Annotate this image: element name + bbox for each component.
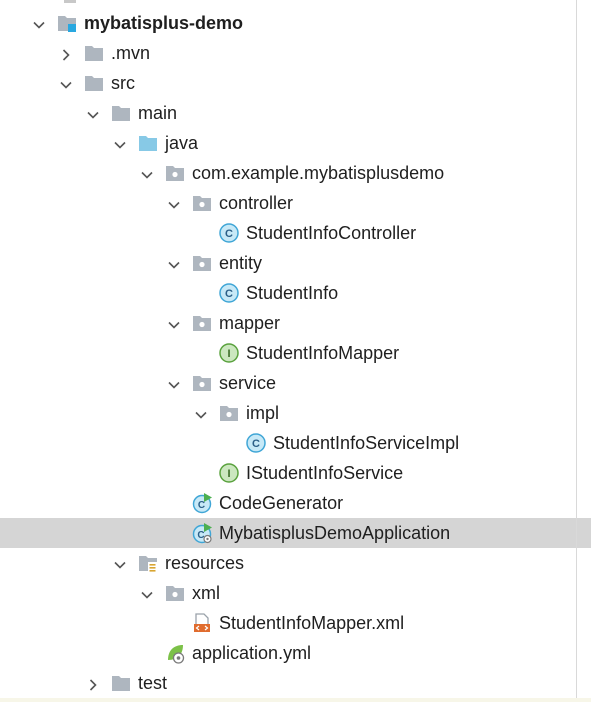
tree-item-label: StudentInfoController [246,223,417,243]
xml-file-icon [191,612,213,634]
tree-row[interactable]: application.yml [0,638,591,668]
chevron-down-icon[interactable] [32,16,46,30]
chevron-down-icon[interactable] [113,136,127,150]
chevron-down-icon[interactable] [140,166,154,180]
chevron-down-icon[interactable] [86,106,100,120]
tree-item-label: mybatisplus-demo [84,13,244,33]
yaml-config-icon [164,642,186,664]
project-tree: mybatisplus-demo .mvn src main java com.… [0,0,591,702]
tree-row[interactable]: resources [0,548,591,578]
tree-row[interactable]: src [0,68,591,98]
panel-divider [576,0,577,702]
tree-item-label: entity [219,253,263,273]
tree-row[interactable]: controller [0,188,591,218]
tree-row[interactable]: com.example.mybatisplusdemo [0,158,591,188]
tree-item-label: IStudentInfoService [246,463,404,483]
tree-item-label: MybatisplusDemoApplication [219,523,451,543]
tree-row[interactable]: .mvn [0,38,591,68]
tree-row[interactable]: C MybatisplusDemoApplication [0,518,591,548]
module-icon [56,12,78,34]
runnable-class-icon: C [191,492,213,514]
tree-row[interactable]: main [0,98,591,128]
tree-item-label: java [165,133,199,153]
package-icon [164,162,186,184]
tree-item-label: StudentInfoMapper.xml [219,613,405,633]
class-icon: C [218,282,240,304]
package-icon [191,372,213,394]
tree-row[interactable]: C StudentInfoController [0,218,591,248]
tree-item-label: StudentInfoServiceImpl [273,433,460,453]
folder-icon [110,102,132,124]
chevron-down-icon[interactable] [140,586,154,600]
interface-icon: I [218,462,240,484]
tree-item-label: .mvn [111,43,151,63]
chevron-right-icon[interactable] [86,676,100,691]
tree-row[interactable]: java [0,128,591,158]
tree-item-label: resources [165,553,245,573]
tree-item-label: mapper [219,313,281,333]
package-icon [191,312,213,334]
chevron-down-icon[interactable] [167,256,181,270]
svg-text:I: I [227,348,230,360]
tree-item-label: service [219,373,277,393]
tree-item-label: controller [219,193,294,213]
package-icon [218,402,240,424]
bottom-panel-edge [0,698,591,702]
tree-item-label: src [111,73,135,93]
tree-row[interactable]: C StudentInfo [0,278,591,308]
chevron-down-icon[interactable] [194,406,208,420]
tree-row[interactable]: impl [0,398,591,428]
svg-text:C: C [225,288,233,300]
svg-text:C: C [225,228,233,240]
source-folder-icon [137,132,159,154]
tree-item-label: com.example.mybatisplusdemo [192,163,445,183]
folder-icon [110,672,132,694]
tree-row[interactable]: I IStudentInfoService [0,458,591,488]
scroll-edge [64,0,76,3]
chevron-right-icon[interactable] [59,46,73,61]
tree-row[interactable]: I StudentInfoMapper [0,338,591,368]
tree-row[interactable]: StudentInfoMapper.xml [0,608,591,638]
tree-row[interactable]: C CodeGenerator [0,488,591,518]
tree-item-label: StudentInfo [246,283,339,303]
chevron-down-icon[interactable] [59,76,73,90]
tree-item-label: StudentInfoMapper [246,343,400,363]
tree-row[interactable]: test [0,668,591,698]
package-icon [191,252,213,274]
svg-text:I: I [227,468,230,480]
tree-item-label: impl [246,403,280,423]
folder-icon [83,42,105,64]
class-icon: C [245,432,267,454]
package-icon [164,582,186,604]
folder-icon [83,72,105,94]
tree-row[interactable]: service [0,368,591,398]
tree-item-label: test [138,673,168,693]
tree-row[interactable]: C StudentInfoServiceImpl [0,428,591,458]
tree-row[interactable]: xml [0,578,591,608]
spring-boot-app-icon: C [191,522,213,544]
tree-row[interactable]: mybatisplus-demo [0,8,591,38]
chevron-down-icon[interactable] [113,556,127,570]
tree-item-label: xml [192,583,220,603]
chevron-down-icon[interactable] [167,316,181,330]
resources-folder-icon [137,552,159,574]
tree-item-label: CodeGenerator [219,493,344,513]
chevron-down-icon[interactable] [167,376,181,390]
tree-row[interactable]: mapper [0,308,591,338]
svg-text:C: C [252,438,260,450]
tree-item-label: application.yml [192,643,312,663]
interface-icon: I [218,342,240,364]
chevron-down-icon[interactable] [167,196,181,210]
tree-item-label: main [138,103,178,123]
package-icon [191,192,213,214]
tree-row[interactable]: entity [0,248,591,278]
class-icon: C [218,222,240,244]
